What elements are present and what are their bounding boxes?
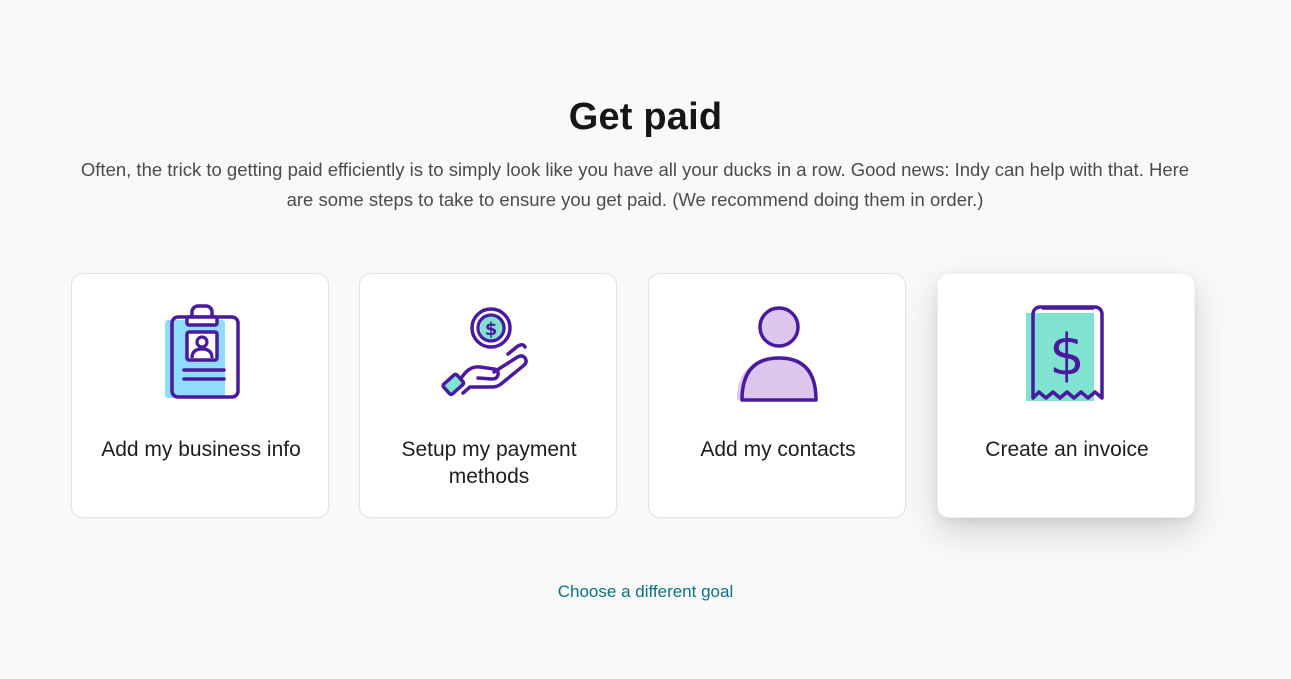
add-contacts-card[interactable]: Add my contacts <box>648 273 906 518</box>
clipboard-id-icon <box>165 304 240 399</box>
create-invoice-card[interactable]: $ Create an invoice <box>937 273 1195 518</box>
svg-text:$: $ <box>485 319 498 340</box>
person-icon <box>737 306 818 402</box>
steps-card-grid: Add my business info $ Setup my payment … <box>71 273 1196 518</box>
svg-text:$: $ <box>1049 323 1085 388</box>
card-label: Setup my payment methods <box>401 438 577 488</box>
get-paid-page: Get paid Often, the trick to getting pai… <box>0 0 1291 679</box>
hand-coin-icon: $ <box>441 307 528 397</box>
card-label: Add my business info <box>101 438 301 461</box>
card-label: Create an invoice <box>985 438 1149 461</box>
page-title: Get paid <box>568 96 723 138</box>
choose-different-goal-link[interactable]: Choose a different goal <box>0 582 1291 602</box>
page-subtitle: Often, the trick to getting paid efficie… <box>80 159 1190 210</box>
receipt-dollar-icon: $ <box>1026 305 1104 401</box>
add-business-info-card[interactable]: Add my business info <box>71 273 329 518</box>
setup-payment-methods-card[interactable]: $ Setup my payment methods <box>359 273 617 518</box>
card-label: Add my contacts <box>700 438 856 461</box>
